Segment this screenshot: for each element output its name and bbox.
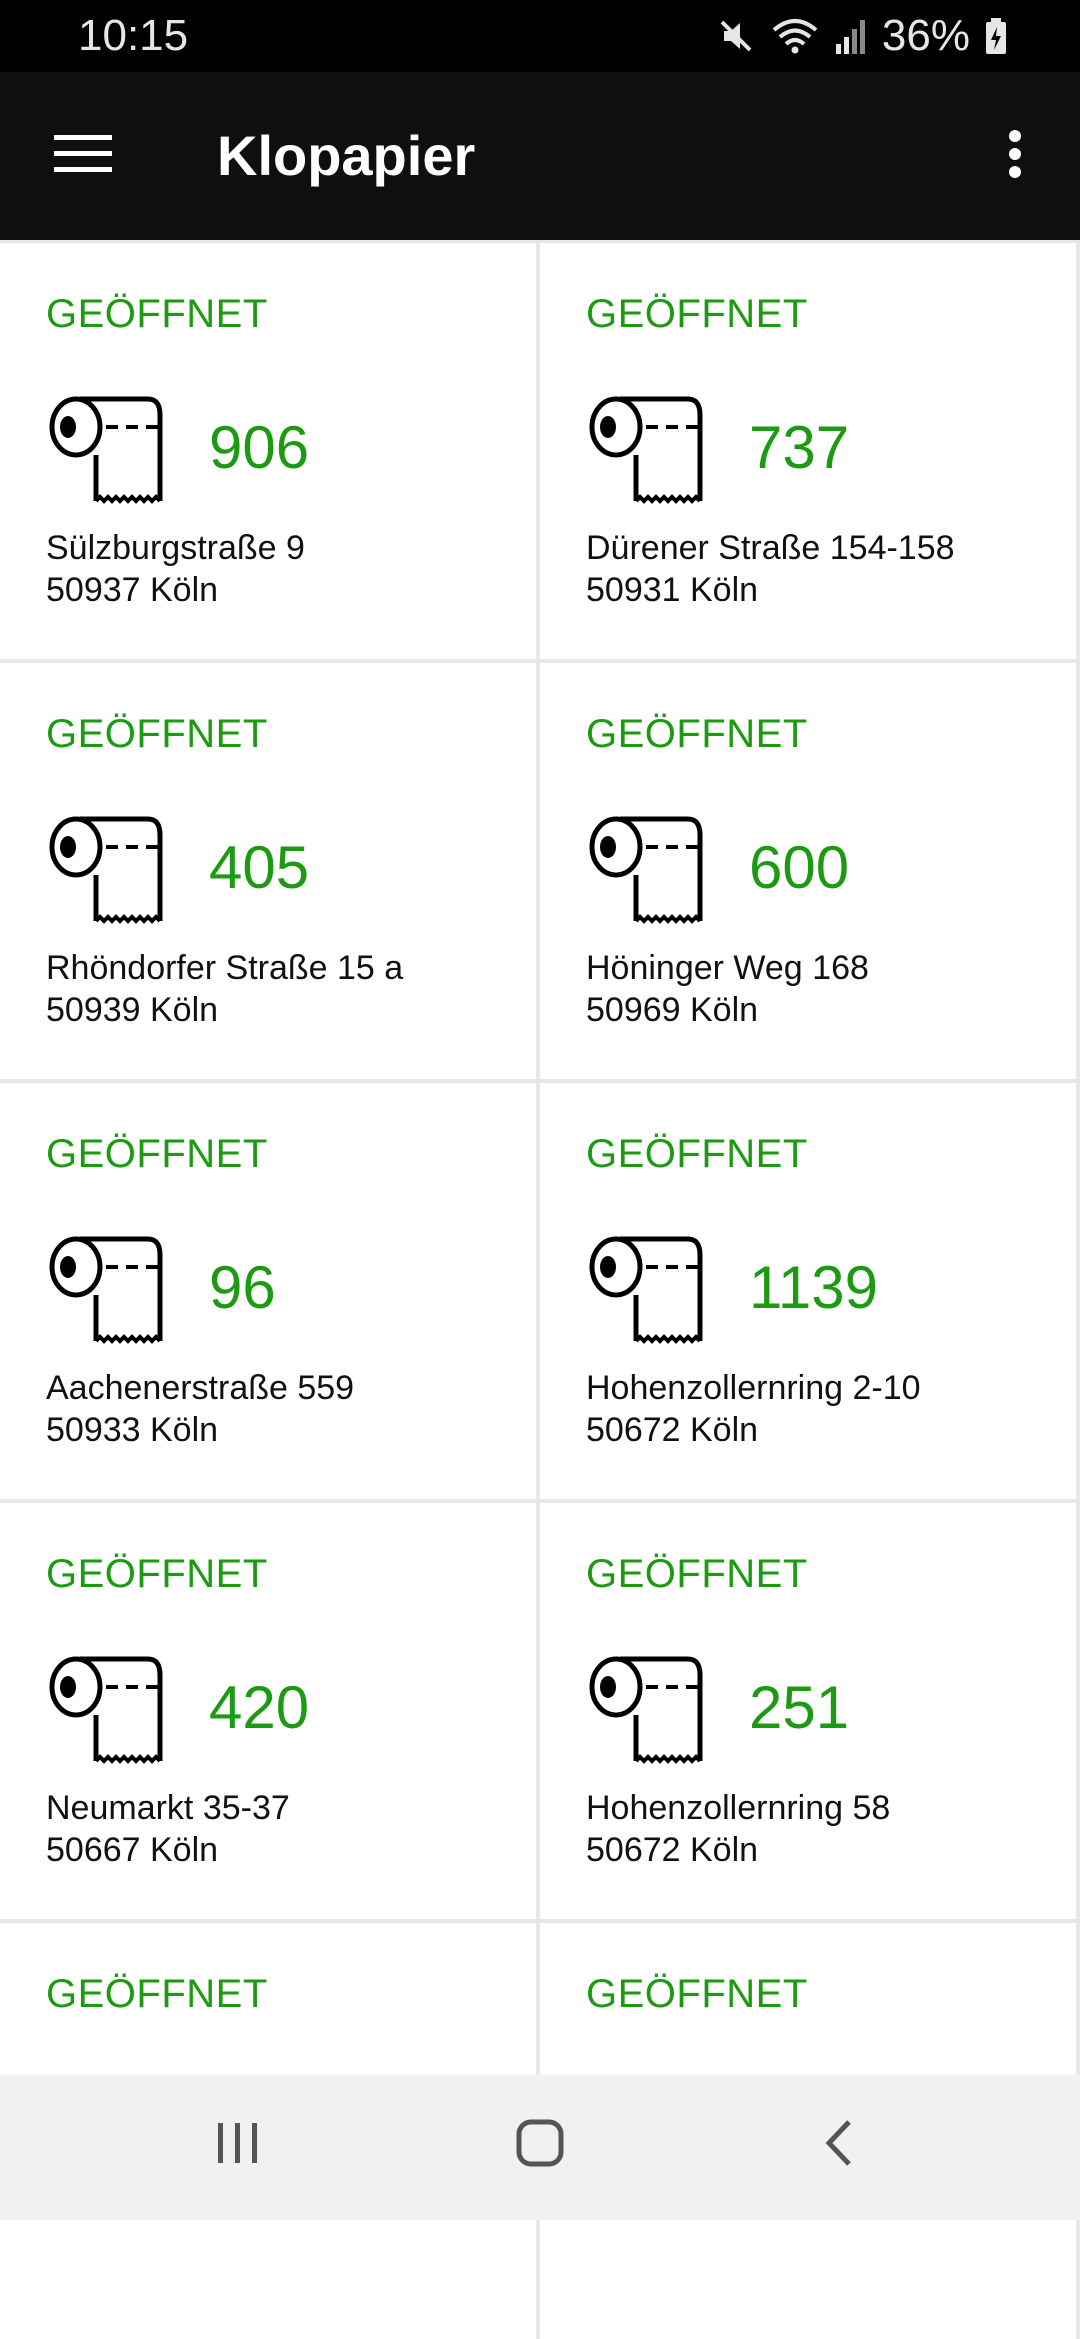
toilet-paper-icon	[49, 1236, 163, 1344]
stock-count: 906	[209, 414, 310, 481]
store-street: Hohenzollernring 58	[586, 1789, 891, 1827]
store-card[interactable]: GEÖFFNET 251 Hohenzollernring 58 50672 K…	[540, 1503, 1076, 1919]
home-button[interactable]	[480, 2105, 600, 2185]
store-card[interactable]: GEÖFFNET 906 Sülzburgstraße 9 50937 Köln	[0, 243, 536, 659]
stock-count: 251	[749, 1674, 850, 1741]
stock-count: 96	[209, 1254, 276, 1321]
signal-icon	[834, 16, 868, 56]
stock-count: 600	[749, 834, 850, 901]
status-bar: 10:15 36%	[0, 0, 1080, 72]
store-card[interactable]: GEÖFFNET 420 Neumarkt 35-37 50667 Köln	[0, 1503, 536, 1919]
mute-icon	[716, 16, 756, 56]
stock-count: 405	[209, 834, 310, 901]
store-street: Hohenzollernring 2-10	[586, 1369, 921, 1407]
toilet-paper-icon	[589, 1656, 703, 1764]
toilet-paper-icon	[49, 1656, 163, 1764]
toilet-paper-icon	[589, 396, 703, 504]
store-status: GEÖFFNET	[586, 1552, 808, 1596]
app-bar: Klopapier	[0, 72, 1080, 240]
store-status: GEÖFFNET	[586, 1972, 808, 2016]
menu-button[interactable]	[40, 116, 126, 196]
toilet-paper-icon	[589, 816, 703, 924]
more-vert-icon	[1008, 129, 1022, 184]
store-status: GEÖFFNET	[46, 292, 268, 336]
store-street: Neumarkt 35-37	[46, 1789, 290, 1827]
hamburger-menu-icon	[54, 133, 112, 180]
store-city: 50672 Köln	[586, 1831, 759, 1869]
stock-count: 737	[749, 414, 850, 481]
store-city: 50931 Köln	[586, 571, 759, 609]
store-street: Höninger Weg 168	[586, 949, 869, 987]
toilet-paper-icon	[49, 816, 163, 924]
store-street: Dürener Straße 154-158	[586, 529, 955, 567]
store-card[interactable]: GEÖFFNET 600 Höninger Weg 168 50969 Köln	[540, 663, 1076, 1079]
battery-charging-icon	[984, 16, 1008, 56]
store-city: 50933 Köln	[46, 1411, 219, 1449]
status-time: 10:15	[78, 11, 189, 60]
recent-apps-icon	[213, 2118, 263, 2173]
store-card[interactable]: GEÖFFNET 1139 Hohenzollernring 2-10 5067…	[540, 1083, 1076, 1499]
store-city: 50939 Köln	[46, 991, 219, 1029]
stock-count: 1139	[749, 1254, 879, 1321]
store-card[interactable]: GEÖFFNET 737 Dürener Straße 154-158 5093…	[540, 243, 1076, 659]
store-card[interactable]: GEÖFFNET 405 Rhöndorfer Straße 15 a 5093…	[0, 663, 536, 1079]
store-status: GEÖFFNET	[586, 712, 808, 756]
overflow-menu-button[interactable]	[980, 116, 1050, 196]
store-status: GEÖFFNET	[46, 712, 268, 756]
back-button[interactable]	[782, 2105, 902, 2185]
home-icon	[515, 2118, 565, 2173]
store-city: 50937 Köln	[46, 571, 219, 609]
store-card[interactable]: GEÖFFNET 96 Aachenerstraße 559 50933 Köl…	[0, 1083, 536, 1499]
toilet-paper-icon	[49, 396, 163, 504]
system-nav-bar	[0, 2075, 1080, 2220]
store-status: GEÖFFNET	[46, 1552, 268, 1596]
battery-percent: 36%	[881, 11, 970, 60]
store-status: GEÖFFNET	[46, 1132, 268, 1176]
store-status: GEÖFFNET	[46, 1972, 268, 2016]
store-city: 50667 Köln	[46, 1831, 219, 1869]
stock-count: 420	[209, 1674, 310, 1741]
back-icon	[817, 2118, 867, 2173]
store-street: Aachenerstraße 559	[46, 1369, 355, 1407]
store-city: 50672 Köln	[586, 1411, 759, 1449]
status-icons: 36%	[716, 10, 1008, 62]
store-status: GEÖFFNET	[586, 292, 808, 336]
recent-apps-button[interactable]	[178, 2105, 298, 2185]
app-title: Klopapier	[217, 124, 476, 187]
store-city: 50969 Köln	[586, 991, 759, 1029]
store-street: Sülzburgstraße 9	[46, 529, 305, 567]
toilet-paper-icon	[589, 1236, 703, 1344]
store-street: Rhöndorfer Straße 15 a	[46, 949, 404, 987]
store-status: GEÖFFNET	[586, 1132, 808, 1176]
wifi-icon	[770, 16, 820, 56]
